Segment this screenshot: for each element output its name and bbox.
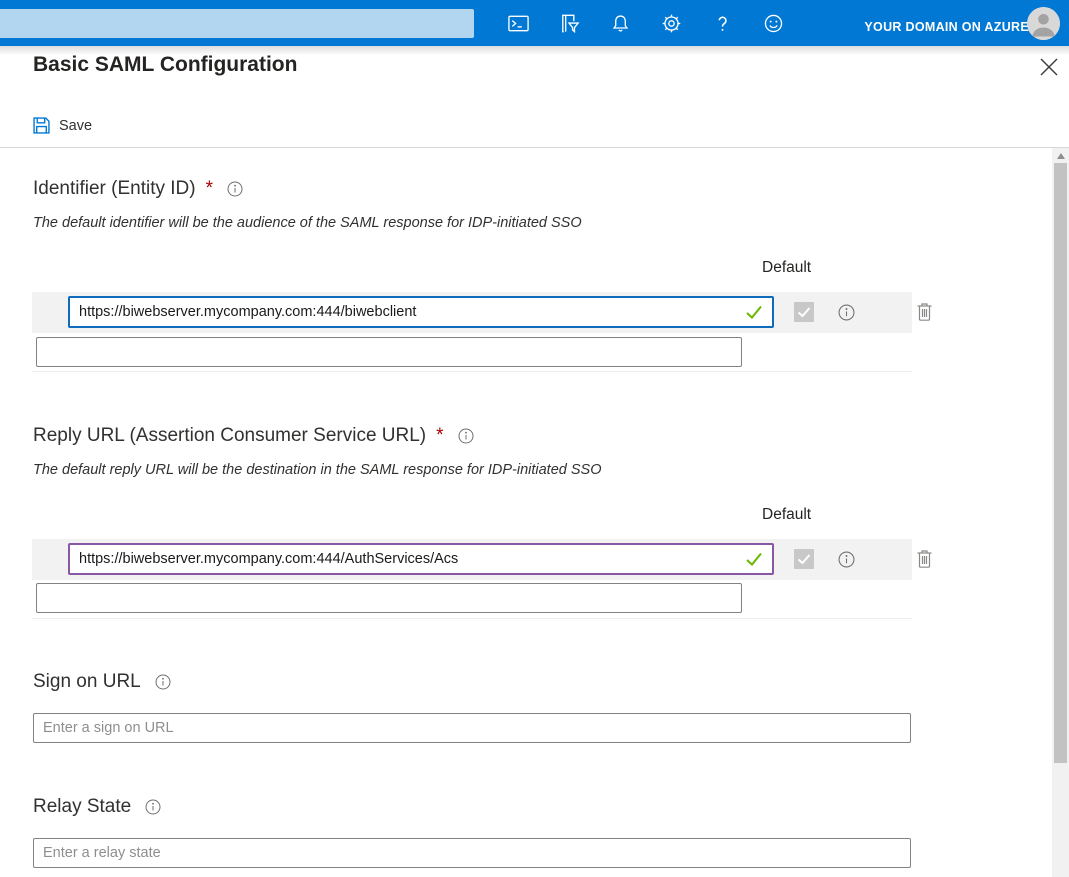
save-button[interactable]: Save bbox=[33, 117, 92, 134]
identifier-heading-label: Identifier (Entity ID) bbox=[33, 178, 196, 200]
reply-url-heading-label: Reply URL (Assertion Consumer Service UR… bbox=[33, 425, 426, 447]
question-mark-icon bbox=[711, 12, 734, 35]
topbar-icon-group bbox=[506, 11, 785, 35]
directory-filter-button[interactable] bbox=[557, 11, 581, 35]
azure-top-bar: YOUR DOMAIN ON AZURE bbox=[0, 0, 1069, 46]
feedback-button[interactable] bbox=[761, 11, 785, 35]
reply-url-description: The default reply URL will be the destin… bbox=[33, 462, 602, 478]
help-button[interactable] bbox=[710, 11, 734, 35]
bell-icon bbox=[609, 12, 632, 35]
reply-url-input[interactable] bbox=[68, 543, 774, 575]
close-button[interactable] bbox=[1038, 56, 1060, 78]
scrollbar-thumb[interactable] bbox=[1054, 163, 1067, 763]
delete-row-button[interactable] bbox=[915, 548, 934, 569]
default-column-header: Default bbox=[762, 259, 811, 277]
save-button-label: Save bbox=[59, 118, 92, 134]
section-divider bbox=[32, 618, 912, 619]
info-icon[interactable] bbox=[227, 181, 243, 197]
checkbox-check-icon bbox=[794, 549, 814, 569]
scrollbar-up-button[interactable] bbox=[1052, 148, 1069, 163]
toolbar-divider bbox=[0, 147, 1069, 148]
relay-state-heading-label: Relay State bbox=[33, 796, 131, 818]
info-icon bbox=[838, 304, 855, 321]
identifier-url-input[interactable] bbox=[68, 296, 774, 328]
scroll-up-arrow-icon bbox=[1057, 153, 1065, 159]
account-menu-button[interactable]: YOUR DOMAIN ON AZURE bbox=[864, 20, 1029, 34]
account-domain-label: YOUR DOMAIN ON AZURE bbox=[864, 20, 1029, 34]
default-column-header: Default bbox=[762, 506, 811, 524]
identifier-new-url-input[interactable] bbox=[36, 337, 742, 367]
reply-url-row bbox=[32, 539, 912, 580]
account-avatar[interactable] bbox=[1027, 7, 1060, 40]
info-icon bbox=[838, 551, 855, 568]
relay-state-section-heading: Relay State bbox=[33, 796, 161, 818]
sign-on-url-input[interactable] bbox=[33, 713, 911, 743]
info-icon[interactable] bbox=[155, 674, 171, 690]
default-checkbox[interactable] bbox=[794, 549, 814, 569]
trash-icon bbox=[915, 548, 934, 569]
checkbox-check-icon bbox=[794, 302, 814, 322]
avatar-person-icon bbox=[1027, 7, 1060, 40]
info-icon[interactable] bbox=[145, 799, 161, 815]
gear-icon bbox=[660, 12, 683, 35]
row-info-button[interactable] bbox=[838, 304, 855, 321]
delete-row-button[interactable] bbox=[915, 301, 934, 322]
cloud-shell-icon bbox=[507, 12, 530, 35]
relay-state-input[interactable] bbox=[33, 838, 911, 868]
reply-url-section-heading: Reply URL (Assertion Consumer Service UR… bbox=[33, 425, 474, 447]
info-icon[interactable] bbox=[458, 428, 474, 444]
section-divider bbox=[32, 371, 912, 372]
directory-filter-icon bbox=[558, 12, 581, 35]
identifier-row bbox=[32, 292, 912, 333]
smiley-icon bbox=[762, 12, 785, 35]
cloud-shell-button[interactable] bbox=[506, 11, 530, 35]
identifier-section-heading: Identifier (Entity ID) * bbox=[33, 178, 243, 200]
trash-icon bbox=[915, 301, 934, 322]
required-marker: * bbox=[436, 425, 443, 447]
sign-on-url-section-heading: Sign on URL bbox=[33, 671, 171, 693]
default-checkbox[interactable] bbox=[794, 302, 814, 322]
valid-check-icon bbox=[744, 550, 764, 568]
valid-check-icon bbox=[744, 303, 764, 321]
row-info-button[interactable] bbox=[838, 551, 855, 568]
close-icon bbox=[1038, 56, 1060, 78]
page-title: Basic SAML Configuration bbox=[33, 53, 297, 77]
global-search-input[interactable] bbox=[0, 9, 474, 38]
notifications-button[interactable] bbox=[608, 11, 632, 35]
required-marker: * bbox=[206, 178, 213, 200]
reply-url-new-input[interactable] bbox=[36, 583, 742, 613]
identifier-description: The default identifier will be the audie… bbox=[33, 215, 582, 231]
settings-button[interactable] bbox=[659, 11, 683, 35]
sign-on-url-heading-label: Sign on URL bbox=[33, 671, 141, 693]
save-icon bbox=[33, 117, 50, 134]
